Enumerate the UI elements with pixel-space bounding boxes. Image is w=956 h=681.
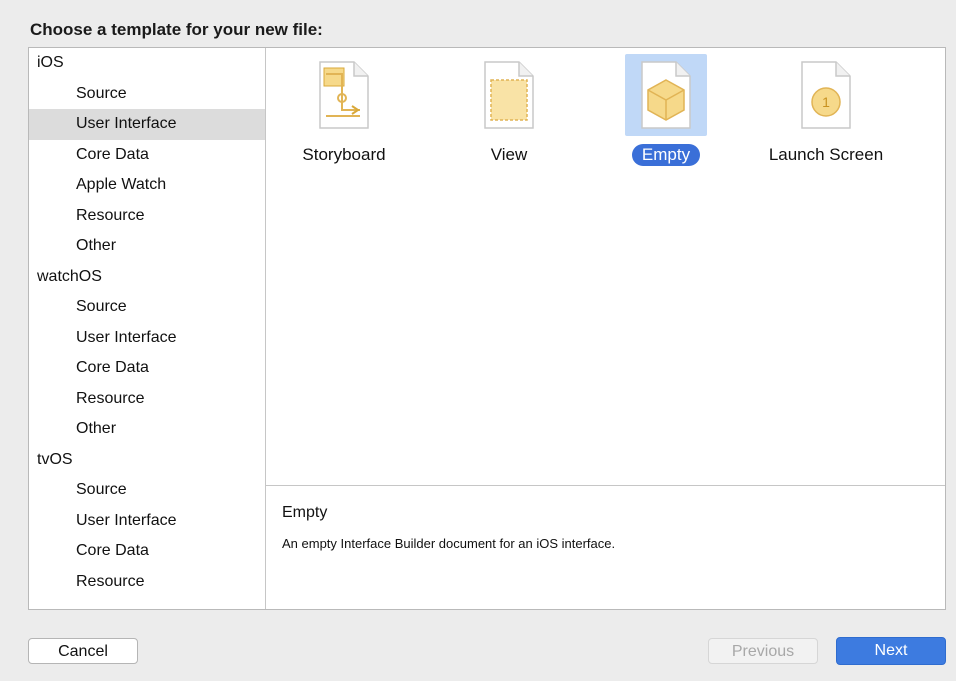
storyboard-doc-icon [303,54,385,136]
platform-watchos[interactable]: watchOS [29,262,265,293]
detail-description: An empty Interface Builder document for … [282,536,616,551]
template-detail-pane: Empty An empty Interface Builder documen… [266,486,945,609]
template-launch-screen-label: Launch Screen [768,145,884,164]
category-sidebar[interactable]: iOS Source User Interface Core Data Appl… [29,48,266,609]
previous-button[interactable]: Previous [708,638,818,664]
template-storyboard[interactable]: Storyboard [269,54,419,166]
category-watchos-source[interactable]: Source [29,292,265,323]
category-ios-user-interface[interactable]: User Interface [29,109,265,140]
dialog-prompt: Choose a template for your new file: [30,20,323,39]
view-doc-icon [468,54,550,136]
category-watchos-user-interface[interactable]: User Interface [29,323,265,354]
category-watchos-other[interactable]: Other [29,414,265,445]
svg-text:1: 1 [822,94,830,110]
template-gallery: Storyboard View Empty 1 Launch Screen [266,48,945,486]
template-view-label: View [490,145,528,164]
category-tvos-resource[interactable]: Resource [29,567,265,598]
category-watchos-core-data[interactable]: Core Data [29,353,265,384]
category-ios-source[interactable]: Source [29,79,265,110]
template-empty-label: Empty [631,144,701,166]
category-tvos-user-interface[interactable]: User Interface [29,506,265,537]
template-empty[interactable]: Empty [591,54,741,166]
category-tvos-source[interactable]: Source [29,475,265,506]
launch-screen-doc-icon: 1 [785,54,867,136]
category-ios-core-data[interactable]: Core Data [29,140,265,171]
cancel-button[interactable]: Cancel [28,638,138,664]
empty-cube-icon [625,54,707,136]
platform-tvos[interactable]: tvOS [29,445,265,476]
next-button[interactable]: Next [836,637,946,665]
template-chooser: iOS Source User Interface Core Data Appl… [28,47,946,610]
category-tvos-core-data[interactable]: Core Data [29,536,265,567]
detail-title: Empty [282,504,328,521]
platform-ios[interactable]: iOS [29,48,265,79]
category-ios-other[interactable]: Other [29,231,265,262]
category-ios-resource[interactable]: Resource [29,201,265,232]
category-watchos-resource[interactable]: Resource [29,384,265,415]
category-ios-apple-watch[interactable]: Apple Watch [29,170,265,201]
template-view[interactable]: View [434,54,584,166]
template-storyboard-label: Storyboard [302,145,386,164]
template-launch-screen[interactable]: 1 Launch Screen [751,54,901,166]
